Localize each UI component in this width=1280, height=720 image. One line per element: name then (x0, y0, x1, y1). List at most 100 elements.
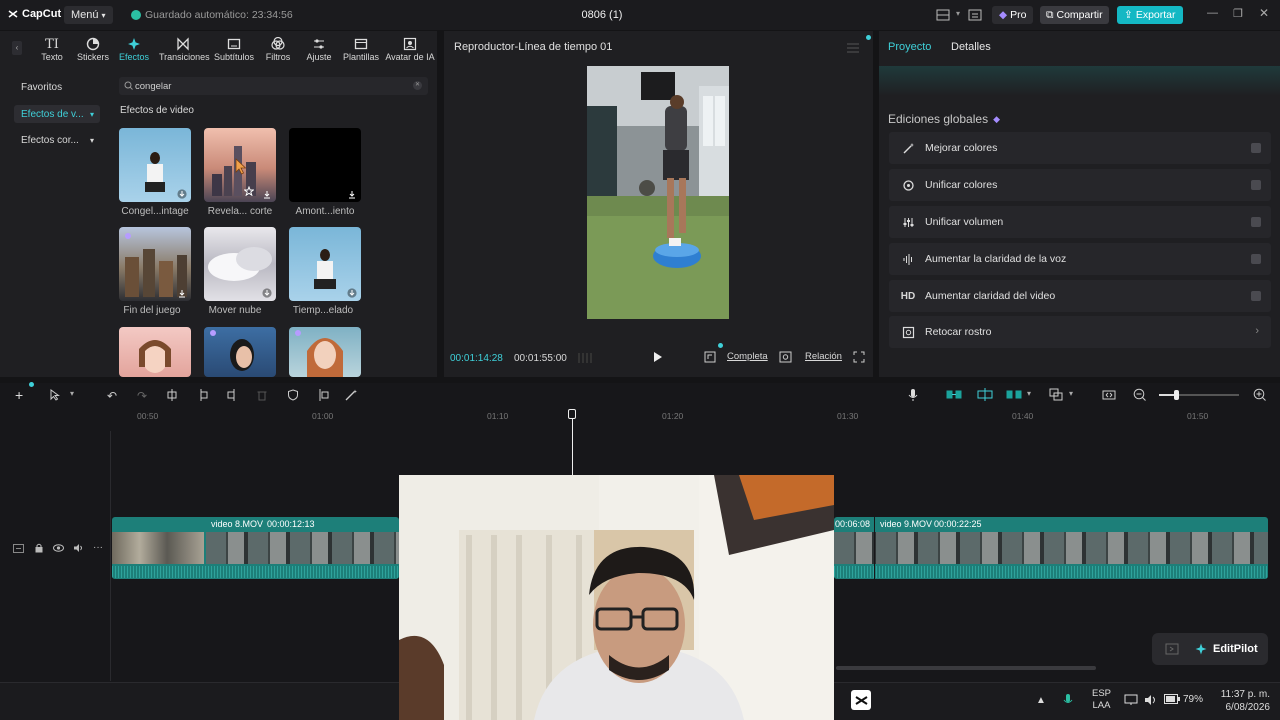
linkage-icon[interactable] (1006, 390, 1022, 399)
chevron-right-icon[interactable]: › (1255, 325, 1259, 337)
timecode-mode-icon[interactable] (578, 353, 594, 363)
toggle[interactable] (1251, 180, 1261, 190)
tool-efectos[interactable]: Efectos (111, 36, 157, 62)
video-clip-9[interactable]: 00:06:08 video 9.MOV 00:00:22:25 (834, 517, 1268, 579)
chevron-down-icon[interactable]: ▾ (1069, 389, 1073, 398)
menu-button[interactable]: Menú ▾ (64, 6, 113, 24)
shortcuts-icon[interactable] (968, 9, 982, 21)
sidebar-item-favoritos[interactable]: Favoritos (14, 78, 100, 96)
network-icon[interactable] (1124, 694, 1138, 706)
zoom-slider[interactable] (1159, 390, 1239, 400)
option-claridad-voz[interactable]: Aumentar la claridad de la voz (889, 243, 1271, 275)
search-input[interactable]: congelar ✕ (119, 77, 428, 95)
option-claridad-video[interactable]: HD Aumentar claridad del video (889, 280, 1271, 312)
tool-transiciones[interactable]: Transiciones (159, 36, 210, 62)
effect-thumb-amontonamiento[interactable] (289, 128, 361, 202)
tool-ajuste[interactable]: Ajuste (296, 36, 342, 62)
close-icon[interactable]: ✕ (1259, 6, 1269, 20)
more-options-icon[interactable]: ··· (93, 542, 103, 553)
option-retocar-rostro[interactable]: Retocar rostro › (889, 316, 1271, 348)
microphone-icon[interactable] (908, 388, 918, 402)
video-preview[interactable] (587, 66, 729, 319)
toggle[interactable] (1251, 254, 1261, 264)
language-indicator[interactable]: ESP LAA (1092, 688, 1111, 712)
split-icon[interactable] (166, 389, 178, 401)
tool-plantillas[interactable]: Plantillas (338, 36, 384, 62)
hamburger-icon[interactable] (847, 43, 859, 53)
select-cursor-icon[interactable] (50, 389, 60, 401)
zoom-slider-handle[interactable] (1174, 390, 1179, 400)
export-button[interactable]: ⇪ Exportar (1117, 6, 1183, 24)
collapse-left-icon[interactable]: ‹ (12, 41, 22, 55)
option-unificar-volumen[interactable]: Unificar volumen (889, 206, 1271, 238)
layout-dropdown-icon[interactable]: ▾ (956, 9, 960, 18)
fullscreen-icon[interactable] (853, 351, 865, 363)
effect-thumb-congelar-vintage[interactable] (119, 128, 191, 202)
video-clip-8[interactable]: video 8.MOV 00:00:12:13 (112, 517, 399, 579)
sidebar-item-efectos-video[interactable]: Efectos de v... ▾ (14, 105, 100, 123)
battery-icon[interactable] (1164, 694, 1180, 704)
magic-wand-icon[interactable] (345, 389, 357, 401)
zoom-in-icon[interactable] (1253, 388, 1266, 401)
delete-icon[interactable] (256, 389, 268, 401)
freeze-frame-icon[interactable] (316, 389, 330, 401)
editpilot-button[interactable]: EditPilot (1152, 633, 1268, 665)
cover-icon[interactable] (13, 544, 24, 553)
collapse-icon[interactable] (1165, 643, 1179, 655)
aspect-ratio-button[interactable]: Relación (805, 351, 842, 362)
tool-subtitulos[interactable]: Subtítulos (211, 36, 257, 62)
minimize-icon[interactable]: — (1207, 7, 1218, 19)
undo-icon[interactable]: ↶ (107, 389, 117, 403)
effect-thumb-row3-3[interactable] (289, 327, 361, 377)
tool-stickers[interactable]: Stickers (70, 36, 116, 62)
effect-thumb-fin-del-juego[interactable] (119, 227, 191, 301)
chevron-down-icon[interactable]: ▾ (1027, 389, 1031, 398)
tab-detalles[interactable]: Detalles (951, 41, 991, 53)
fit-timeline-icon[interactable] (1102, 389, 1116, 401)
add-track-icon[interactable]: + (15, 388, 23, 402)
option-mejorar-colores[interactable]: Mejorar colores (889, 132, 1271, 164)
clock[interactable]: 11:37 p. m. 6/08/2026 (1210, 688, 1270, 714)
download-icon[interactable] (177, 189, 187, 199)
toggle[interactable] (1251, 291, 1261, 301)
play-icon[interactable] (653, 351, 663, 363)
preview-axis-icon[interactable] (1049, 388, 1063, 401)
trim-right-icon[interactable] (226, 389, 238, 401)
tray-expand-icon[interactable]: ▲ (1036, 695, 1046, 706)
clear-search-icon[interactable]: ✕ (413, 81, 422, 90)
pro-button[interactable]: ◆ Pro (992, 6, 1034, 24)
tool-filtros[interactable]: Filtros (255, 36, 301, 62)
shield-icon[interactable] (287, 389, 299, 401)
playhead-handle[interactable] (568, 409, 576, 419)
restore-icon[interactable]: ❐ (1233, 7, 1243, 20)
speaker-icon[interactable] (1144, 694, 1158, 706)
effect-thumb-row3-1[interactable] (119, 327, 191, 377)
capcut-taskbar-icon[interactable] (851, 690, 871, 710)
share-button[interactable]: ⧉ Compartir (1040, 6, 1109, 24)
lock-icon[interactable] (35, 543, 43, 553)
tool-avatar-ia[interactable]: Avatar de IA (384, 36, 436, 62)
main-track-magnet-icon[interactable] (946, 390, 962, 399)
download-icon[interactable] (347, 288, 357, 298)
snapshot-icon[interactable] (779, 351, 792, 363)
toggle[interactable] (1251, 217, 1261, 227)
option-unificar-colores[interactable]: Unificar colores (889, 169, 1271, 201)
project-title[interactable]: 0806 (1) (560, 9, 644, 21)
effect-thumb-row3-2[interactable] (204, 327, 276, 377)
trim-left-icon[interactable] (197, 389, 209, 401)
star-icon[interactable] (244, 186, 254, 196)
tab-proyecto[interactable]: Proyecto (888, 41, 931, 53)
redo-icon[interactable]: ↷ (137, 389, 147, 403)
eye-icon[interactable] (53, 544, 64, 552)
download-icon[interactable] (262, 189, 272, 199)
download-icon[interactable] (177, 288, 187, 298)
crop-icon[interactable] (704, 351, 716, 363)
sidebar-item-efectos-cuerpo[interactable]: Efectos cor... ▾ (14, 131, 100, 149)
auto-snap-icon[interactable] (977, 388, 993, 401)
download-icon[interactable] (262, 288, 272, 298)
microphone-icon[interactable] (1063, 693, 1073, 707)
full-quality-button[interactable]: Completa (727, 351, 768, 362)
horizontal-scrollbar[interactable] (836, 666, 1096, 670)
download-icon[interactable] (347, 189, 357, 199)
effect-thumb-tiempo-congelado[interactable] (289, 227, 361, 301)
